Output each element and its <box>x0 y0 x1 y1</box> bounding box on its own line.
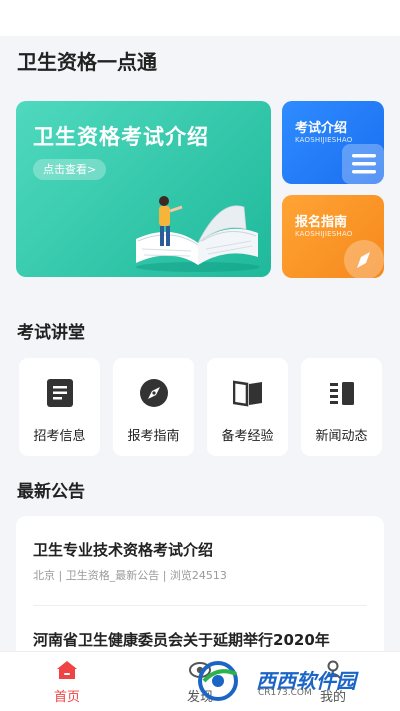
news-icon <box>329 382 354 405</box>
watermark-logo-icon <box>198 661 238 701</box>
document-icon <box>46 379 73 407</box>
list-icon <box>342 144 384 184</box>
exam-intro-title: 考试介绍 <box>295 121 348 136</box>
compass-icon <box>344 240 384 278</box>
open-book-illustration-icon <box>136 196 260 272</box>
notice-list: 卫生专业技术资格考试介绍 北京 | 卫生资格_最新公告 | 浏览24513 河南… <box>16 516 384 666</box>
book-icon <box>232 380 262 407</box>
compass-icon <box>139 379 168 407</box>
exam-intro-card[interactable]: 考试介绍 KAOSHIJIESHAO <box>282 101 384 184</box>
watermark-subtext: CR173.COM <box>258 688 312 698</box>
tile-label: 备考经验 <box>221 429 274 444</box>
hero-view-button[interactable]: 点击查看> <box>33 159 107 180</box>
notice-item-title[interactable]: 卫生专业技术资格考试介绍 <box>33 539 213 560</box>
status-bar <box>0 0 400 36</box>
registration-guide-title: 报名指南 <box>295 215 348 230</box>
watermark: 西西软件园 CR173.COM <box>196 660 382 702</box>
lecture-section-title: 考试讲堂 <box>17 323 85 343</box>
tile-news[interactable]: 新闻动态 <box>301 358 382 456</box>
hero-banner[interactable]: 卫生资格考试介绍 点击查看> <box>16 101 271 277</box>
page-title: 卫生资格一点通 <box>17 50 157 74</box>
divider <box>33 605 367 606</box>
tile-recruit-info[interactable]: 招考信息 <box>19 358 100 456</box>
tile-label: 招考信息 <box>33 429 86 444</box>
tile-apply-guide[interactable]: 报考指南 <box>113 358 194 456</box>
notices-section-title: 最新公告 <box>17 482 85 502</box>
tile-prep-experience[interactable]: 备考经验 <box>207 358 288 456</box>
tile-label: 报考指南 <box>127 429 180 444</box>
tab-home-label: 首页 <box>53 690 80 705</box>
registration-guide-card[interactable]: 报名指南 KAOSHIJIESHAO <box>282 195 384 278</box>
hero-title: 卫生资格考试介绍 <box>33 125 209 149</box>
tile-label: 新闻动态 <box>315 429 368 444</box>
home-icon <box>57 661 77 679</box>
notice-item-meta: 北京 | 卫生资格_最新公告 | 浏览24513 <box>33 569 227 582</box>
tab-home[interactable]: 首页 <box>17 652 117 708</box>
notice-item-title[interactable]: 河南省卫生健康委员会关于延期举行2020年 <box>33 629 330 650</box>
